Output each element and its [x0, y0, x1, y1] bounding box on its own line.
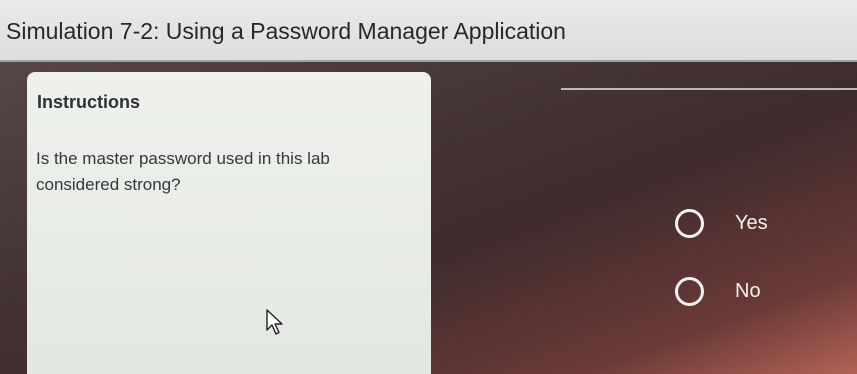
- answer-area: Yes No: [561, 88, 857, 374]
- page-title: Simulation 7-2: Using a Password Manager…: [6, 18, 566, 44]
- question-text: Is the master password used in this lab …: [36, 149, 330, 194]
- answer-option-yes[interactable]: Yes: [675, 209, 835, 243]
- answer-label-yes: Yes: [735, 212, 768, 234]
- mouse-pointer-icon: [266, 309, 283, 335]
- simulation-window: Simulation 7-2: Using a Password Manager…: [0, 0, 857, 374]
- instructions-heading: Instructions: [37, 92, 141, 112]
- title-bar: Simulation 7-2: Using a Password Manager…: [0, 0, 857, 62]
- radio-button-yes[interactable]: [675, 209, 704, 238]
- answer-label-no: No: [735, 280, 761, 302]
- answer-option-no[interactable]: No: [675, 277, 835, 311]
- instructions-panel: Instructions Is the master password used…: [27, 72, 431, 374]
- answer-divider: [561, 88, 857, 90]
- radio-button-no[interactable]: [675, 277, 704, 306]
